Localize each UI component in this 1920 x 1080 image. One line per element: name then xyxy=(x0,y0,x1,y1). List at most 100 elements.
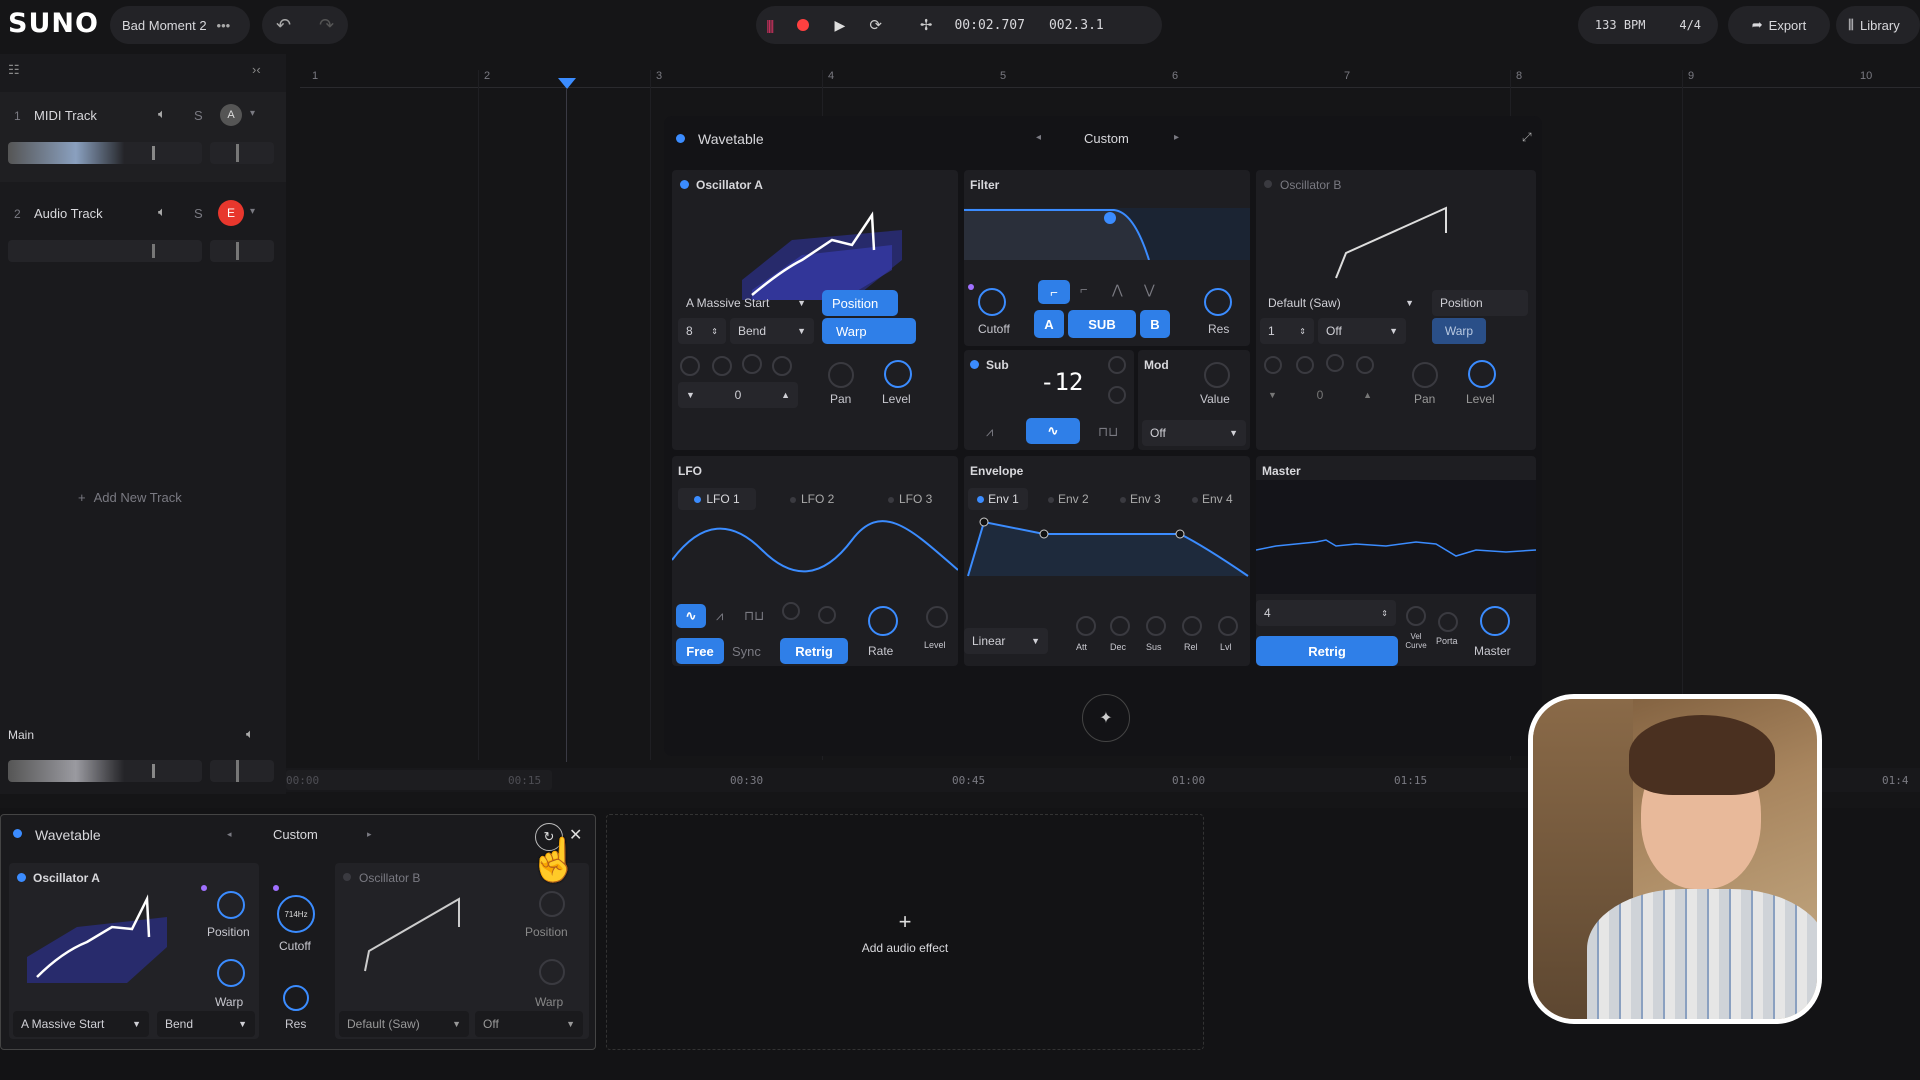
unison-b-stepper[interactable]: 1 ⇕ xyxy=(1260,318,1314,344)
knob[interactable] xyxy=(1356,356,1374,374)
mini-position-knob[interactable] xyxy=(217,891,245,919)
mini-osc-b-power[interactable] xyxy=(343,873,351,881)
filter-response-graph[interactable] xyxy=(964,208,1250,260)
lfo-free-button[interactable]: Free xyxy=(676,638,724,664)
record-button[interactable] xyxy=(796,19,809,31)
mini-cutoff-knob[interactable]: 714Hz xyxy=(277,895,315,933)
mini-wave-select[interactable]: A Massive Start ▼ xyxy=(13,1011,149,1037)
mini-wave-b-select[interactable]: Default (Saw) ▼ xyxy=(339,1011,469,1037)
mini-position-b-knob[interactable] xyxy=(539,891,565,917)
decay-knob[interactable] xyxy=(1110,616,1130,636)
speaker-icon[interactable]: 🔈︎ xyxy=(158,204,166,220)
library-button[interactable]: ⫼ Library xyxy=(1836,6,1920,44)
lfo-tab-2[interactable]: LFO 2 xyxy=(790,492,834,506)
knob[interactable] xyxy=(1326,354,1344,372)
mod-source-select[interactable]: Off ▼ xyxy=(1142,420,1246,446)
input-badge[interactable]: A xyxy=(220,104,242,126)
warp-button[interactable]: Warp xyxy=(822,318,916,344)
volume-fader[interactable] xyxy=(8,240,202,262)
octave-stepper[interactable]: ▼ 0 ▲ xyxy=(678,382,798,408)
voices-stepper[interactable]: 4 ⇕ xyxy=(1256,600,1396,626)
playhead-marker[interactable] xyxy=(558,78,576,89)
scroll-thumb[interactable] xyxy=(286,770,552,790)
wavetable-select[interactable]: A Massive Start ▼ xyxy=(678,290,814,316)
bend-b-select[interactable]: Off ▼ xyxy=(1318,318,1406,344)
sine-wave-button[interactable]: ∿ xyxy=(1026,418,1080,444)
bpm[interactable]: 133 BPM xyxy=(1595,18,1646,32)
lfo-tab-1[interactable]: LFO 1 xyxy=(678,488,756,510)
lfo-sine-button[interactable]: ∿ xyxy=(676,604,706,628)
snap-icon[interactable]: ✢ xyxy=(920,16,933,34)
knob[interactable] xyxy=(1108,356,1126,374)
collapse-panel-icon[interactable]: ›‹ xyxy=(252,62,261,77)
loop-icon[interactable]: ⟳ xyxy=(869,16,882,34)
saw-wave-button[interactable]: ⩘ xyxy=(986,424,993,440)
expand-icon[interactable]: ⤢ xyxy=(1522,130,1532,145)
master-knob[interactable] xyxy=(1480,606,1510,636)
filter-a-button[interactable]: A xyxy=(1034,310,1064,338)
octave-b-stepper[interactable]: ▼ 0 ▲ xyxy=(1260,382,1380,408)
mini-power[interactable] xyxy=(13,829,22,838)
knob[interactable] xyxy=(680,356,700,376)
position-button[interactable]: Position xyxy=(822,290,898,316)
mini-warp-b-knob[interactable] xyxy=(539,959,565,985)
solo-button[interactable]: S xyxy=(194,108,203,123)
speaker-icon[interactable]: 🔈︎ xyxy=(246,726,254,742)
undo-icon[interactable]: ↶ xyxy=(276,15,291,36)
fader-handle[interactable] xyxy=(152,764,155,778)
env-level-knob[interactable] xyxy=(1218,616,1238,636)
knob[interactable] xyxy=(1108,386,1126,404)
sub-octave-value[interactable]: -12 xyxy=(1040,368,1083,396)
attack-knob[interactable] xyxy=(1076,616,1096,636)
osc-a-power[interactable] xyxy=(680,180,689,189)
vel-curve-knob[interactable] xyxy=(1406,606,1426,626)
lfo-sync-button[interactable]: Sync xyxy=(732,644,761,659)
mini-res-knob[interactable] xyxy=(283,985,309,1011)
wavetable-b-select[interactable]: Default (Saw) ▼ xyxy=(1260,290,1422,316)
position-b-button[interactable]: Position xyxy=(1432,290,1528,316)
env-tab-4[interactable]: Env 4 xyxy=(1192,492,1233,506)
play-button[interactable]: ▶ xyxy=(835,17,846,34)
preset-name[interactable]: Custom xyxy=(1084,131,1129,146)
lfo-square-button[interactable]: ⊓⊔ xyxy=(744,608,764,624)
redo-icon[interactable]: ↷ xyxy=(319,15,334,36)
track-row[interactable]: 2 Audio Track 🔈︎ S E ▾ xyxy=(0,190,286,280)
sustain-knob[interactable] xyxy=(1146,616,1166,636)
fader-handle[interactable] xyxy=(152,146,155,160)
pan-b-knob[interactable] xyxy=(1412,362,1438,388)
track-row[interactable]: 1 MIDI Track 🔈︎ S A ▾ xyxy=(0,92,286,182)
rate-knob[interactable] xyxy=(868,606,898,636)
main-volume-fader[interactable] xyxy=(8,760,202,782)
mini-bend-b-select[interactable]: Off ▼ xyxy=(475,1011,583,1037)
track-name[interactable]: Audio Track xyxy=(34,206,103,221)
mini-warp-knob[interactable] xyxy=(217,959,245,987)
level-b-knob[interactable] xyxy=(1468,360,1496,388)
pan-handle[interactable] xyxy=(236,760,239,782)
bandpass-button[interactable]: ⋀ xyxy=(1112,282,1123,298)
level-knob[interactable] xyxy=(884,360,912,388)
mod-value-knob[interactable] xyxy=(1204,362,1230,388)
mini-osc-a-power[interactable] xyxy=(17,873,26,882)
warp-b-button[interactable]: Warp xyxy=(1432,318,1486,344)
prev-preset-icon[interactable]: ◂ xyxy=(227,829,232,840)
volume-fader[interactable] xyxy=(8,142,202,164)
res-knob[interactable] xyxy=(1204,288,1232,316)
filter-sub-button[interactable]: SUB xyxy=(1068,310,1136,338)
pan-handle[interactable] xyxy=(236,242,239,260)
suno-logo[interactable]: SUNO xyxy=(8,8,99,39)
knob[interactable] xyxy=(1264,356,1282,374)
pan-fader[interactable] xyxy=(210,142,274,164)
lfo-waveform-display[interactable] xyxy=(672,520,958,580)
prev-preset-icon[interactable]: ◂ xyxy=(1036,132,1041,143)
input-badge[interactable]: E xyxy=(218,200,244,226)
knob[interactable] xyxy=(818,606,836,624)
main-pan-fader[interactable] xyxy=(210,760,274,782)
pan-handle[interactable] xyxy=(236,144,239,162)
knob[interactable] xyxy=(772,356,792,376)
lfo-retrig-button[interactable]: Retrig xyxy=(780,638,848,664)
lfo-level-knob[interactable] xyxy=(926,606,948,628)
cutoff-knob[interactable] xyxy=(978,288,1006,316)
filter-b-button[interactable]: B xyxy=(1140,310,1170,338)
unison-stepper[interactable]: 8 ⇕ xyxy=(678,318,726,344)
ruler[interactable]: 1 2 3 4 5 6 7 8 9 10 xyxy=(300,66,1920,88)
